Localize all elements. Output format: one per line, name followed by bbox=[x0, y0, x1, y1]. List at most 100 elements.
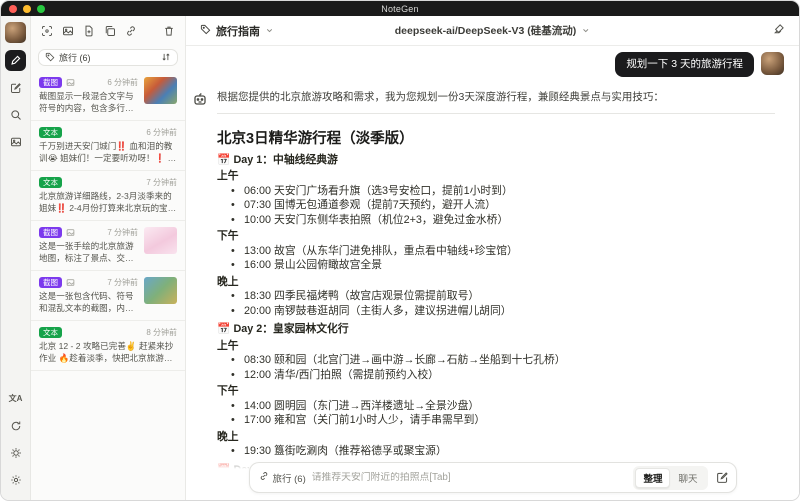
robot-icon bbox=[192, 91, 208, 478]
note-preview-text: 这是一张手绘的北京旅游地图，标注了景点、交通方式和门票价格，如天安... bbox=[39, 241, 134, 263]
image-attachment-icon bbox=[66, 228, 75, 237]
translate-button[interactable]: 文A bbox=[5, 388, 26, 409]
gallery-icon bbox=[10, 136, 22, 148]
note-thumbnail bbox=[144, 277, 177, 304]
itinerary-time-label: 下午 bbox=[217, 385, 239, 398]
note-timestamp: 6 分钟前 bbox=[107, 78, 138, 87]
image-attachment-icon bbox=[66, 278, 75, 287]
sidebar-toolbar bbox=[31, 16, 185, 46]
search-tab[interactable] bbox=[5, 104, 26, 125]
trash-icon[interactable] bbox=[163, 25, 175, 37]
note-type-badge: 截图 bbox=[39, 227, 62, 238]
note-card[interactable]: 文本 7 分钟前 北京旅游详细路线，2-3月淡季来的姐妹‼️ 2-4月份打算来北… bbox=[31, 171, 185, 221]
input-tag-label: 旅行 (6) bbox=[272, 473, 306, 485]
note-title-dropdown[interactable]: 旅行指南 bbox=[200, 22, 274, 40]
itinerary-title: 北京3日精华游行程（淡季版） bbox=[217, 130, 414, 147]
main-header: 旅行指南 deepseek-ai/DeepSeek-V3 (硅基流动) bbox=[186, 16, 799, 46]
note-type-badge: 截图 bbox=[39, 277, 62, 288]
chat-mode-button[interactable]: 聊天 bbox=[670, 468, 705, 488]
tag-filter[interactable]: 旅行 (6) bbox=[38, 49, 178, 66]
note-type-badge: 截图 bbox=[39, 77, 62, 88]
note-card[interactable]: 截图 7 分钟前 这是一张包含代码、符号和混乱文本的截图，内容难以解读，似乎涉及… bbox=[31, 271, 185, 321]
note-card[interactable]: 文本 6 分钟前 千万别进天安门城门‼️ 血和泪的教训😭 姐妹们！一定要听劝呀！… bbox=[31, 121, 185, 171]
compose-icon bbox=[10, 82, 22, 94]
note-timestamp: 6 分钟前 bbox=[146, 128, 177, 137]
copy-icon[interactable] bbox=[104, 25, 116, 37]
model-name: deepseek-ai/DeepSeek-V3 (硅基流动) bbox=[394, 25, 577, 37]
itinerary-item: 10:00 天安门东侧华表拍照（机位2+3，避免过金水桥） bbox=[217, 213, 775, 228]
chevron-down-icon bbox=[265, 22, 274, 40]
image-attachment-icon bbox=[66, 78, 75, 87]
sync-button[interactable] bbox=[5, 415, 26, 436]
note-timestamp: 7 分钟前 bbox=[107, 228, 138, 237]
user-message: 规划一下 3 天的旅游行程 bbox=[615, 52, 754, 77]
itinerary-time-label: 上午 bbox=[217, 339, 239, 352]
insert-file-icon[interactable] bbox=[83, 25, 95, 37]
itinerary-item: 08:30 颐和园（北宫门进→画中游→长廊→石舫→坐船到十七孔桥） bbox=[217, 353, 775, 368]
note-title: 旅行指南 bbox=[216, 25, 260, 38]
note-thumbnail bbox=[144, 77, 177, 104]
insert-image-icon[interactable] bbox=[62, 25, 74, 37]
itinerary-item: 14:00 圆明园（东门进→西洋楼遗址→全景沙盘） bbox=[217, 399, 775, 414]
screenshot-capture-icon[interactable] bbox=[41, 25, 53, 37]
tag-icon bbox=[200, 22, 211, 40]
main-panel: 旅行指南 deepseek-ai/DeepSeek-V3 (硅基流动) 规划一下… bbox=[186, 16, 799, 500]
note-timestamp: 7 分钟前 bbox=[107, 278, 138, 287]
note-timestamp: 8 分钟前 bbox=[146, 328, 177, 337]
itinerary-item: 12:00 清华/西门拍照（需提前预约入校） bbox=[217, 368, 775, 383]
sun-icon bbox=[10, 447, 22, 459]
notegen-window: NoteGen 文A 旅行 (6) 截图 6 分钟前 截图显示一段混合文字与符号… bbox=[0, 0, 800, 501]
organize-mode-button[interactable]: 整理 bbox=[635, 467, 671, 488]
sync-icon bbox=[10, 420, 22, 432]
chevron-down-icon bbox=[581, 22, 590, 40]
itinerary-item: 07:30 国博无包通道参观（提前7天预约，避开人流） bbox=[217, 198, 775, 213]
record-note-tab[interactable] bbox=[5, 50, 26, 71]
input-tag-chip[interactable]: 旅行 (6) bbox=[259, 471, 306, 485]
gallery-tab[interactable] bbox=[5, 131, 26, 152]
note-card[interactable]: 截图 7 分钟前 这是一张手绘的北京旅游地图，标注了景点、交通方式和门票价格，如… bbox=[31, 221, 185, 271]
notes-sidebar: 旅行 (6) 截图 6 分钟前 截图显示一段混合文字与符号的内容，包含多行无序排… bbox=[31, 16, 186, 500]
link-icon[interactable] bbox=[125, 25, 137, 37]
pen-icon bbox=[10, 55, 21, 66]
write-article-tab[interactable] bbox=[5, 77, 26, 98]
settings-button[interactable] bbox=[5, 469, 26, 490]
note-card[interactable]: 文本 8 分钟前 北京 12 - 2 攻略已完善✌️ 赶紧来抄作业 🔥趁着淡季，… bbox=[31, 321, 185, 371]
itinerary-item: 13:00 故宫（从东华门进免排队，重点看中轴线+珍宝馆） bbox=[217, 244, 775, 259]
itinerary-item: 20:00 南锣鼓巷逛胡同（主街人多，建议拐进帽儿胡同） bbox=[217, 304, 775, 319]
user-avatar[interactable] bbox=[5, 22, 26, 43]
note-thumbnail bbox=[144, 227, 177, 254]
clear-chat-button[interactable] bbox=[773, 22, 785, 40]
new-chat-button[interactable] bbox=[716, 471, 729, 484]
note-type-badge: 文本 bbox=[39, 127, 62, 138]
link-icon bbox=[259, 471, 269, 484]
gear-icon bbox=[10, 474, 22, 486]
model-selector[interactable]: deepseek-ai/DeepSeek-V3 (硅基流动) bbox=[395, 22, 590, 40]
itinerary-day-heading: 📅 Day 2：皇家园林文化行 bbox=[217, 323, 349, 336]
itinerary-time-label: 晚上 bbox=[217, 275, 239, 288]
chat-area: 规划一下 3 天的旅游行程 根据您提供的北京旅游攻略和需求，我为您规划一份3天深… bbox=[186, 46, 799, 500]
sort-icon[interactable] bbox=[161, 49, 171, 67]
divider bbox=[217, 112, 775, 114]
theme-toggle-button[interactable] bbox=[5, 442, 26, 463]
itinerary-item: 19:30 簋街吃涮肉（推荐裕德孚或聚宝源） bbox=[217, 444, 775, 459]
note-preview-text: 截图显示一段混合文字与符号的内容，包含多行无序排列的字母、数字和符... bbox=[39, 91, 134, 113]
note-timestamp: 7 分钟前 bbox=[146, 178, 177, 187]
chat-input-bar: 旅行 (6) 整理 聊天 bbox=[248, 462, 737, 493]
itinerary-day-heading: 📅 Day 1：中轴线经典游 bbox=[217, 153, 338, 166]
note-preview-text: 千万别进天安门城门‼️ 血和泪的教训😭 姐妹们！一定要听劝呀！❗ 除非是预约了参… bbox=[39, 141, 177, 163]
chat-input[interactable] bbox=[311, 472, 628, 483]
itinerary-time-label: 上午 bbox=[217, 170, 239, 183]
itinerary-item: 06:00 天安门广场看升旗（选3号安检口，提前1小时到） bbox=[217, 184, 775, 199]
note-card[interactable]: 截图 6 分钟前 截图显示一段混合文字与符号的内容，包含多行无序排列的字母、数字… bbox=[31, 71, 185, 121]
tag-filter-label: 旅行 (6) bbox=[59, 53, 91, 63]
note-preview-text: 这是一张包含代码、符号和混乱文本的截图，内容难以解读，似乎涉及技术... bbox=[39, 291, 134, 313]
translate-icon: 文A bbox=[8, 394, 23, 403]
itinerary-item: 17:00 雍和宫（关门前1小时人少，请手串需早到） bbox=[217, 413, 775, 428]
assistant-message-row: 根据您提供的北京旅游攻略和需求，我为您规划一份3天深度游行程，兼顾经典景点与实用… bbox=[186, 77, 799, 478]
user-avatar bbox=[761, 52, 784, 75]
note-type-badge: 文本 bbox=[39, 327, 62, 338]
itinerary-time-label: 下午 bbox=[217, 230, 239, 243]
app-rail: 文A bbox=[1, 16, 31, 500]
window-title: NoteGen bbox=[381, 3, 419, 14]
assistant-message: 根据您提供的北京旅游攻略和需求，我为您规划一份3天深度游行程，兼顾经典景点与实用… bbox=[217, 90, 775, 478]
